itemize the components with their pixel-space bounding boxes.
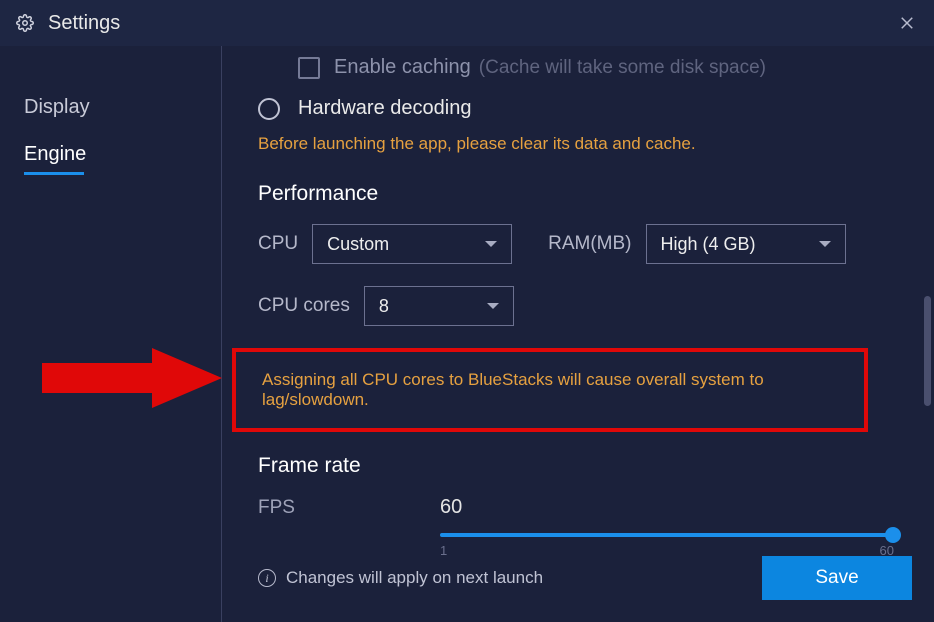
enable-caching-hint: (Cache will take some disk space) [479,57,766,79]
slider-thumb[interactable] [885,527,901,543]
cpu-label: CPU [258,233,298,255]
info-icon: i [258,569,276,587]
frame-rate-section: Frame rate FPS 60 1 60 [258,454,898,558]
cpu-select[interactable]: Custom [312,224,512,264]
ram-label: RAM(MB) [548,233,631,255]
window-title: Settings [48,12,120,35]
active-indicator [24,172,84,175]
save-button-label: Save [815,567,858,589]
settings-icon [16,14,34,32]
slider-track [440,533,894,537]
ram-select-value: High (4 GB) [661,234,756,255]
footer: i Changes will apply on next launch Save [258,556,912,600]
cpu-cores-select[interactable]: 8 [364,286,514,326]
chevron-down-icon [487,303,499,309]
performance-heading: Performance [258,182,898,206]
fps-slider[interactable]: 1 60 [440,533,894,558]
enable-caching-checkbox[interactable] [298,57,320,79]
annotation-arrow-icon [42,348,222,408]
sidebar-item-engine[interactable]: Engine [0,133,221,189]
apply-note: i Changes will apply on next launch [258,568,543,588]
cpu-cores-row: CPU cores 8 [258,286,898,326]
fps-value: 60 [440,496,462,519]
sidebar-item-display[interactable]: Display [0,86,221,133]
core-warning-highlight: Assigning all CPU cores to BlueStacks wi… [232,348,868,432]
ram-select[interactable]: High (4 GB) [646,224,846,264]
enable-caching-label: Enable caching [334,56,471,79]
sidebar: Display Engine [0,46,222,622]
hardware-decoding-label: Hardware decoding [298,97,471,120]
hardware-decoding-row: Hardware decoding [258,97,898,120]
titlebar: Settings [0,0,934,46]
hardware-decoding-radio[interactable] [258,98,280,120]
cache-clear-warning: Before launching the app, please clear i… [258,134,898,154]
save-button[interactable]: Save [762,556,912,600]
frame-rate-heading: Frame rate [258,454,898,478]
apply-note-text: Changes will apply on next launch [286,568,543,588]
enable-caching-row: Enable caching (Cache will take some dis… [258,56,898,79]
core-warning-text: Assigning all CPU cores to BlueStacks wi… [242,370,858,410]
close-button[interactable] [892,8,922,38]
chevron-down-icon [819,241,831,247]
fps-label: FPS [258,497,440,519]
content-pane: Enable caching (Cache will take some dis… [222,46,934,622]
cpu-cores-label: CPU cores [258,295,350,317]
chevron-down-icon [485,241,497,247]
cpu-cores-value: 8 [379,296,389,317]
sidebar-item-label: Display [24,96,90,118]
sidebar-item-label: Engine [24,143,86,165]
cpu-ram-row: CPU Custom RAM(MB) High (4 GB) [258,224,898,264]
cpu-select-value: Custom [327,234,389,255]
scrollbar[interactable] [924,296,931,406]
